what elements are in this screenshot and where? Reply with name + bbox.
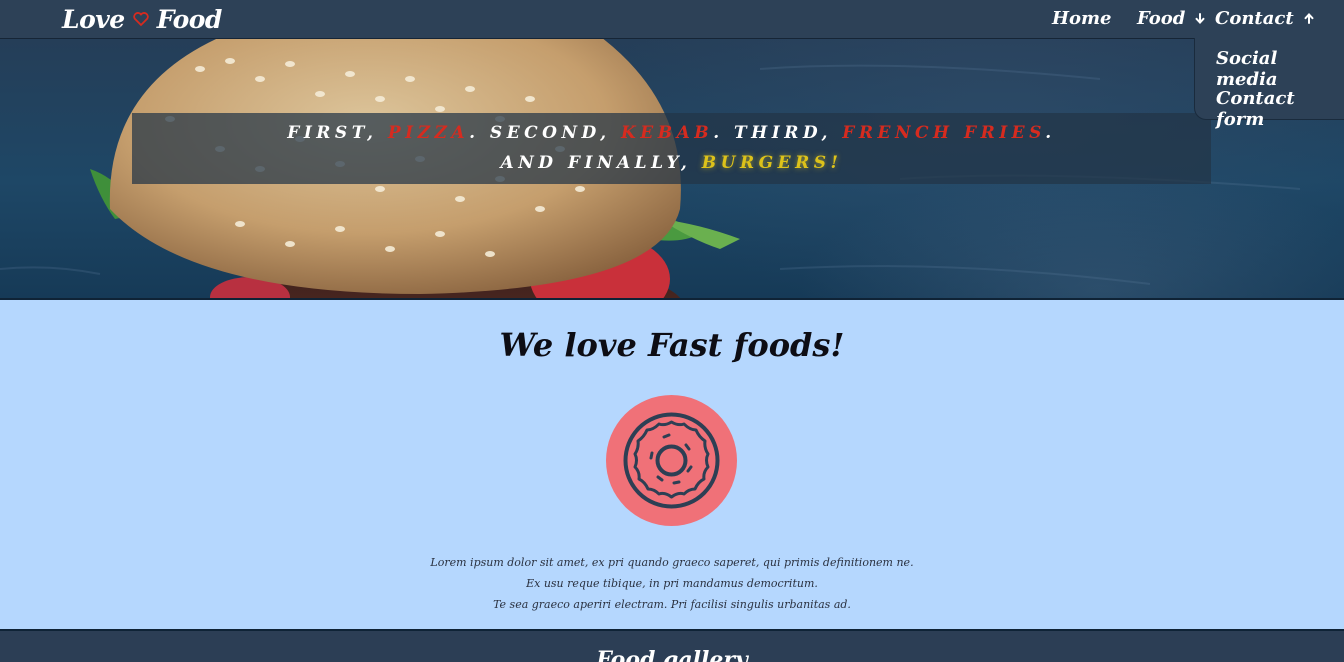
nav-home-link[interactable]: Home xyxy=(1052,8,1112,29)
tagline-text: . xyxy=(1045,123,1056,143)
about-paragraph-line: Te sea graeco aperiri electram. Pri faci… xyxy=(493,598,851,611)
nav-contact-link[interactable]: Contact xyxy=(1215,8,1314,29)
arrow-up-icon xyxy=(1304,13,1314,24)
nav-contact-label: Contact xyxy=(1215,8,1294,29)
tagline-burgers: BURGERS! xyxy=(701,153,843,173)
heart-icon xyxy=(133,12,149,26)
tagline-text: . THIRD, xyxy=(713,123,843,143)
tagline-text: FIRST, xyxy=(287,123,388,143)
nav-food-link[interactable]: Food xyxy=(1137,8,1205,29)
contact-dropdown-menu: Social media Contact form xyxy=(1194,38,1344,130)
tagline-french-fries: FRENCH FRIES xyxy=(842,123,1046,143)
tagline-pizza: PIZZA xyxy=(387,123,470,143)
navbar: Love Food Home Food Contact xyxy=(0,0,1344,39)
about-section: We love Fast foods! Lorem ipsum dolor si… xyxy=(0,300,1344,629)
nav-food-label: Food xyxy=(1137,8,1186,29)
hero-section: FIRST, PIZZA. SECOND, KEBAB. THIRD, FREN… xyxy=(0,39,1344,300)
tagline-text: . SECOND, xyxy=(469,123,622,143)
tagline-kebab: KEBAB xyxy=(621,123,714,143)
tagline-text: AND FINALLY, xyxy=(500,153,702,173)
arrow-down-icon xyxy=(1195,13,1205,24)
brand-text-love: Love xyxy=(62,4,125,34)
dropdown-item-social-media[interactable]: Social media xyxy=(1216,48,1344,90)
dropdown-item-contact-form[interactable]: Contact form xyxy=(1216,88,1344,130)
hero-tagline-banner: FIRST, PIZZA. SECOND, KEBAB. THIRD, FREN… xyxy=(132,113,1211,184)
gallery-section: Food gallery xyxy=(0,629,1344,662)
gallery-title: Food gallery xyxy=(596,647,748,662)
about-paragraph-line: Lorem ipsum dolor sit amet, ex pri quand… xyxy=(430,556,914,569)
about-paragraph: Lorem ipsum dolor sit amet, ex pri quand… xyxy=(0,552,1344,615)
nav-home-label: Home xyxy=(1052,8,1112,29)
donut-icon xyxy=(606,395,737,526)
hero-tagline-line-1: FIRST, PIZZA. SECOND, KEBAB. THIRD, FREN… xyxy=(132,118,1211,148)
section-title: We love Fast foods! xyxy=(499,326,845,364)
about-paragraph-line: Ex usu reque tibique, in pri mandamus de… xyxy=(526,577,818,590)
brand-text-food: Food xyxy=(156,4,223,34)
hero-tagline-line-2: AND FINALLY, BURGERS! xyxy=(132,148,1211,178)
brand-logo[interactable]: Love Food xyxy=(62,2,222,36)
